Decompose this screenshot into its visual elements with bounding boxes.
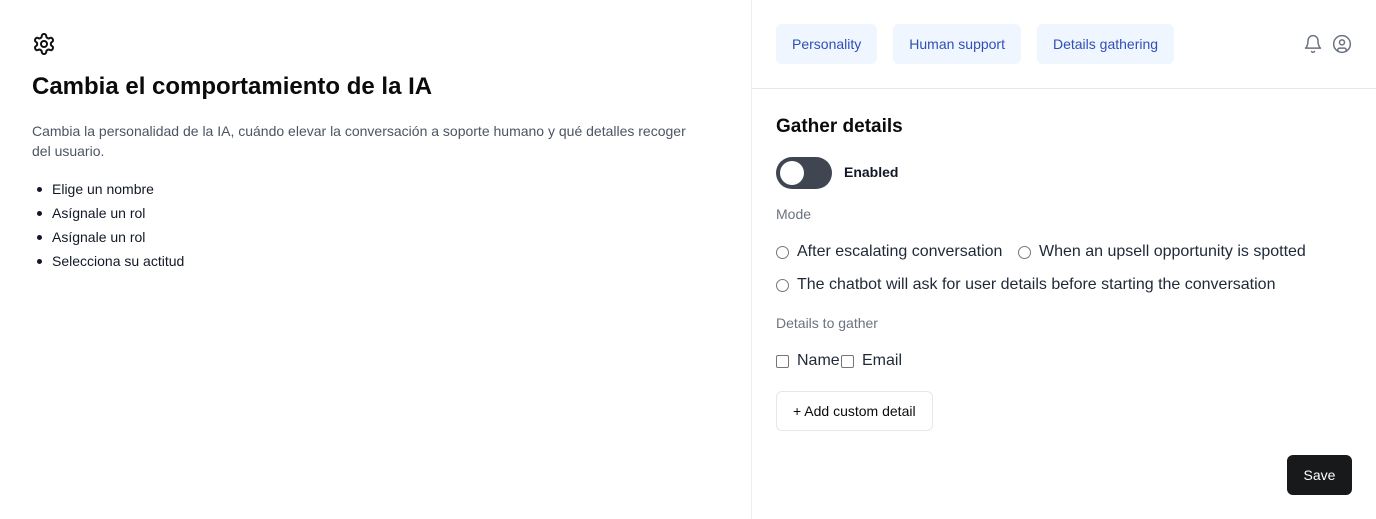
tab-human-support[interactable]: Human support (893, 24, 1021, 64)
checkbox[interactable] (841, 354, 854, 368)
bell-icon[interactable] (1303, 34, 1323, 54)
feature-list: Elige un nombre Asígnale un rol Asígnale… (32, 177, 184, 273)
details-label: Details to gather (776, 315, 878, 331)
list-item: Elige un nombre (32, 177, 184, 201)
tab-bar: Personality Human support Details gather… (776, 24, 1175, 64)
mode-label: Mode (776, 206, 812, 222)
radio-button[interactable] (776, 278, 789, 292)
mode-option-upsell[interactable]: When an upsell opportunity is spotted (1018, 243, 1306, 261)
page-title: Cambia el comportamiento de la IA (32, 73, 433, 100)
mode-option-before-conversation[interactable]: The chatbot will ask for user details be… (776, 276, 1275, 294)
mode-option-label: After escalating conversation (797, 243, 1003, 260)
tab-details-gathering[interactable]: Details gathering (1036, 24, 1175, 64)
gear-icon (34, 33, 54, 55)
save-button[interactable]: Save (1287, 455, 1352, 495)
user-circle-icon[interactable] (1332, 34, 1352, 54)
detail-option-label: Email (862, 352, 903, 369)
detail-option-email[interactable]: Email (841, 352, 902, 370)
radio-button[interactable] (1018, 245, 1031, 259)
list-item: Asígnale un rol (32, 225, 184, 249)
radio-button[interactable] (776, 245, 789, 259)
header-divider (752, 88, 1376, 89)
toggle-knob (780, 161, 804, 185)
checkbox[interactable] (776, 354, 789, 368)
header-actions (1303, 34, 1352, 54)
settings-panel: Personality Human support Details gather… (752, 0, 1376, 519)
mode-option-after-escalating[interactable]: After escalating conversation (776, 243, 1002, 261)
add-custom-detail-button[interactable]: + Add custom detail (776, 391, 933, 431)
detail-option-label: Name (797, 352, 840, 369)
toggle-label: Enabled (844, 164, 899, 180)
detail-option-name[interactable]: Name (776, 352, 840, 370)
enabled-toggle[interactable] (776, 157, 832, 189)
mode-option-label: The chatbot will ask for user details be… (797, 276, 1276, 293)
section-title: Gather details (776, 116, 903, 137)
page-description: Cambia la personalidad de la IA, cuándo … (32, 123, 686, 159)
list-item: Asígnale un rol (32, 201, 184, 225)
tab-personality[interactable]: Personality (776, 24, 878, 64)
info-panel: Cambia el comportamiento de la IA Cambia… (0, 0, 752, 519)
list-item: Selecciona su actitud (32, 249, 184, 273)
mode-option-label: When an upsell opportunity is spotted (1039, 243, 1306, 260)
